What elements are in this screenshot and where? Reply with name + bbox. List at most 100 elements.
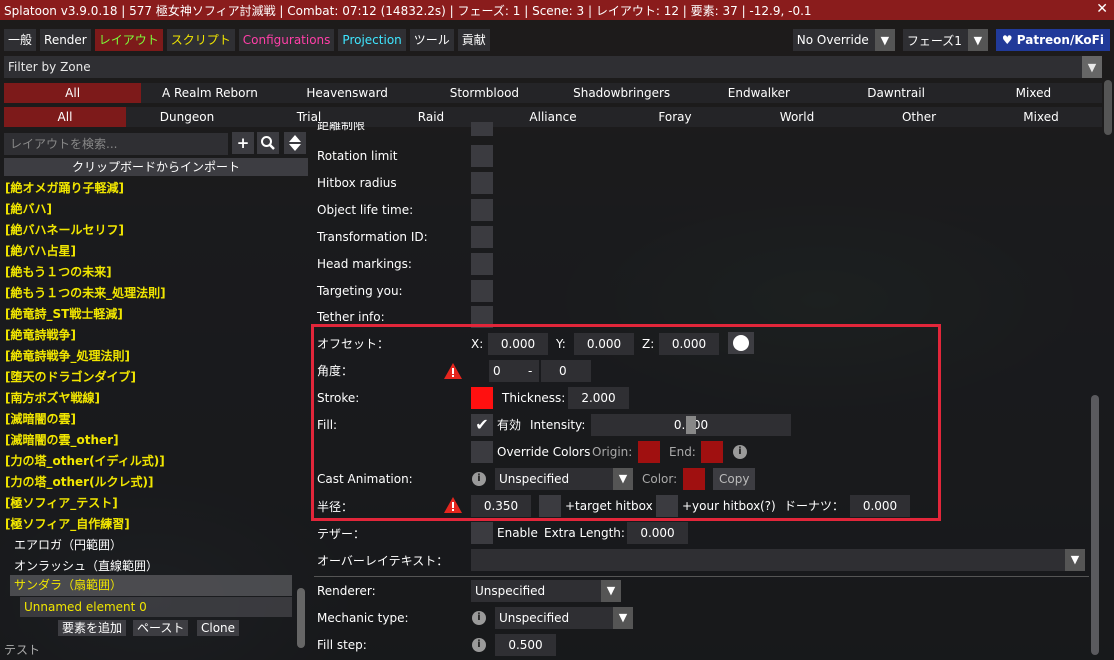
- expansion-tabs: All A Realm Reborn Heavensward Stormbloo…: [4, 83, 1102, 103]
- checkbox[interactable]: [471, 122, 493, 136]
- list-item[interactable]: [絶竜詩戦争]: [5, 325, 295, 346]
- title-bar[interactable]: Splatoon v3.9.0.18 | 577 極女神ソフィア討滅戦 | Co…: [0, 0, 1114, 20]
- renderer-value: Unspecified: [475, 584, 546, 598]
- divider: [314, 576, 1089, 577]
- settings-scrollbar[interactable]: [1091, 395, 1099, 655]
- info-icon[interactable]: i: [472, 611, 486, 625]
- tab-content-foray[interactable]: Foray: [614, 107, 736, 127]
- tab-content-world[interactable]: World: [736, 107, 858, 127]
- tab-content-other[interactable]: Other: [858, 107, 980, 127]
- extra-length-label: Extra Length:: [544, 526, 625, 540]
- rotation-limit-checkbox[interactable]: [471, 145, 493, 167]
- phase-select[interactable]: フェーズ1 ▼: [902, 29, 988, 51]
- list-item[interactable]: [絶竜詩戦争_処理法則]: [5, 346, 295, 367]
- tab-expansion-shb[interactable]: Shadowbringers: [553, 83, 690, 103]
- chevron-down-icon[interactable]: ▼: [1082, 56, 1102, 78]
- clone-button[interactable]: Clone: [197, 620, 240, 636]
- head-markings-checkbox[interactable]: [471, 253, 493, 275]
- tab-expansion-ew[interactable]: Endwalker: [690, 83, 827, 103]
- tab-scripts[interactable]: スクリプト: [166, 29, 235, 51]
- list-item[interactable]: [絶バハ]: [5, 199, 295, 220]
- search-icon[interactable]: [257, 132, 279, 154]
- list-item[interactable]: [絶バハネールセリフ]: [5, 220, 295, 241]
- tab-expansion-hw[interactable]: Heavensward: [279, 83, 416, 103]
- targeting-you-checkbox[interactable]: [471, 280, 493, 302]
- tab-content-alliance[interactable]: Alliance: [492, 107, 614, 127]
- transformation-id-checkbox[interactable]: [471, 226, 493, 248]
- tab-expansion-sb[interactable]: Stormblood: [416, 83, 553, 103]
- list-subitem[interactable]: エアロガ（円範囲）: [14, 535, 122, 556]
- paste-button[interactable]: ペースト: [133, 620, 189, 636]
- list-item[interactable]: [絶バハ占星]: [5, 241, 295, 262]
- layout-list: [絶オメガ踊り子軽減] [絶バハ] [絶バハネールセリフ] [絶バハ占星] [絶…: [5, 178, 295, 535]
- tabs-scrollbar[interactable]: [1104, 80, 1112, 135]
- highlight-box: [311, 324, 941, 521]
- mechanic-type-value: Unspecified: [499, 611, 570, 625]
- object-life-label: Object life time:: [317, 203, 414, 217]
- transformation-id-label: Transformation ID:: [317, 230, 428, 244]
- info-icon[interactable]: i: [472, 638, 486, 652]
- overlay-text-select[interactable]: ▼: [471, 549, 1085, 571]
- tab-layouts[interactable]: レイアウト: [94, 29, 163, 51]
- overlay-text-label: オーバーレイテキスト：: [317, 554, 449, 568]
- list-item[interactable]: [滅暗闇の雲]: [5, 409, 295, 430]
- list-item[interactable]: [滅暗闇の雲_other]: [5, 430, 295, 451]
- tab-render[interactable]: Render: [40, 29, 91, 51]
- list-item[interactable]: [絶竜詩_ST戦士軽減]: [5, 304, 295, 325]
- fill-step-label: Fill step:: [317, 638, 367, 652]
- hitbox-radius-checkbox[interactable]: [471, 172, 493, 194]
- tab-expansion-dt[interactable]: Dawntrail: [828, 83, 965, 103]
- list-item[interactable]: [南方ボズヤ戦線]: [5, 388, 295, 409]
- tab-content-all[interactable]: All: [4, 107, 126, 127]
- tab-projection[interactable]: Projection: [338, 29, 406, 51]
- chevron-down-icon[interactable]: ▼: [874, 29, 895, 51]
- zone-filter-select[interactable]: Filter by Zone ▼: [4, 56, 1102, 78]
- tab-expansion-mixed[interactable]: Mixed: [965, 83, 1102, 103]
- import-clipboard-button[interactable]: クリップボードからインポート: [4, 158, 308, 176]
- add-element-button[interactable]: 要素を追加: [58, 620, 127, 636]
- patreon-button[interactable]: ♥ Patreon/KoFi: [995, 29, 1110, 51]
- renderer-select[interactable]: Unspecified ▼: [471, 580, 621, 602]
- list-item[interactable]: [極ソフィア_テスト]: [5, 493, 295, 514]
- fill-step-input[interactable]: 0.500: [495, 634, 556, 656]
- phase-value: フェーズ1: [906, 33, 962, 48]
- override-select[interactable]: No Override ▼: [792, 29, 895, 51]
- zone-filter-label: Filter by Zone: [8, 60, 91, 74]
- list-item[interactable]: [絶もう１つの未来_処理法則]: [5, 283, 295, 304]
- tab-contribute[interactable]: 貢献: [457, 29, 490, 51]
- tether-label: テザー：: [317, 527, 366, 541]
- list-item[interactable]: [絶オメガ踊り子軽減]: [5, 178, 295, 199]
- layout-list-scrollbar[interactable]: [297, 588, 305, 648]
- list-item[interactable]: [極ソフィア_自作練習]: [5, 514, 295, 535]
- extra-length-input[interactable]: 0.000: [627, 522, 688, 544]
- layout-search-input[interactable]: レイアウトを検索...: [4, 133, 228, 155]
- list-subitem-selected[interactable]: サンダラ（扇範囲）: [10, 575, 292, 596]
- mechanic-type-label: Mechanic type:: [317, 611, 409, 625]
- chevron-down-icon[interactable]: ▼: [967, 29, 988, 51]
- tab-configurations[interactable]: Configurations: [238, 29, 335, 51]
- chevron-down-icon[interactable]: ▼: [613, 607, 633, 629]
- tab-general[interactable]: 一般: [4, 29, 37, 51]
- rotation-limit-label: Rotation limit: [317, 149, 398, 163]
- chevron-down-icon[interactable]: ▼: [1065, 549, 1085, 571]
- tab-content-mixed[interactable]: Mixed: [980, 107, 1102, 127]
- sort-icon[interactable]: [284, 132, 306, 154]
- element-item[interactable]: Unnamed element 0: [20, 597, 292, 617]
- object-life-checkbox[interactable]: [471, 199, 493, 221]
- mechanic-type-select[interactable]: Unspecified ▼: [495, 607, 633, 629]
- tab-expansion-all[interactable]: All: [4, 83, 142, 103]
- add-layout-icon[interactable]: +: [232, 132, 254, 154]
- hitbox-radius-label: Hitbox radius: [317, 176, 397, 190]
- tether-enable-checkbox[interactable]: [471, 522, 493, 544]
- tab-content-dungeon[interactable]: Dungeon: [126, 107, 248, 127]
- list-item[interactable]: [力の塔_other(イディル式)]: [5, 451, 295, 472]
- chevron-down-icon[interactable]: ▼: [601, 580, 621, 602]
- tab-tools[interactable]: ツール: [409, 29, 454, 51]
- override-value: No Override: [796, 33, 869, 47]
- list-item[interactable]: [堕天のドラゴンダイブ]: [5, 367, 295, 388]
- tab-expansion-arr[interactable]: A Realm Reborn: [141, 83, 278, 103]
- list-item[interactable]: [絶もう１つの未来]: [5, 262, 295, 283]
- list-item[interactable]: [力の塔_other(ルクレ式)]: [5, 472, 295, 493]
- close-icon[interactable]: ✕: [1096, 1, 1108, 17]
- list-subitem[interactable]: オンラッシュ（直線範囲）: [14, 556, 158, 577]
